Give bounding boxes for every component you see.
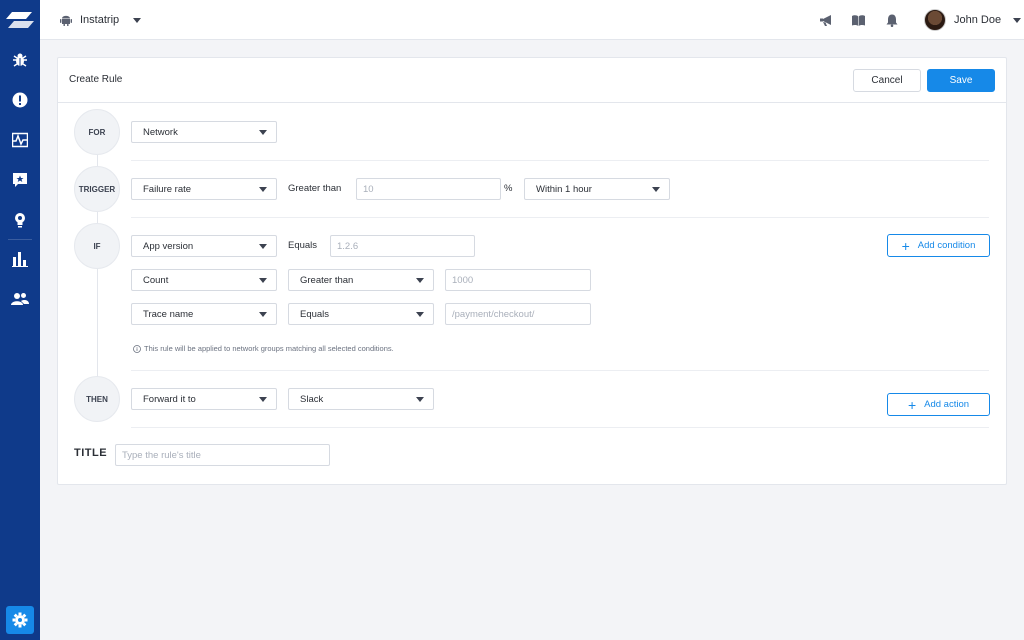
sidebar-divider	[8, 239, 32, 240]
conditions-note-text: This rule will be applied to network gro…	[144, 344, 394, 353]
bell-icon[interactable]	[884, 12, 900, 28]
add-condition-button[interactable]: + Add condition	[887, 234, 990, 257]
user-menu[interactable]: John Doe	[924, 8, 1022, 32]
users-icon[interactable]	[10, 289, 30, 309]
step-for: FOR	[74, 109, 120, 155]
condition-field-select[interactable]: App version	[131, 235, 277, 257]
trigger-unit-label: %	[504, 183, 513, 194]
save-button[interactable]: Save	[927, 69, 995, 92]
action-select[interactable]: Forward it to	[131, 388, 277, 410]
plus-icon: +	[907, 396, 917, 413]
condition-operator-label: Equals	[288, 240, 318, 251]
chevron-down-icon	[259, 397, 267, 402]
add-action-button[interactable]: + Add action	[887, 393, 990, 416]
chevron-down-icon	[259, 244, 267, 249]
chevron-down-icon	[1013, 17, 1022, 23]
trigger-window-value: Within 1 hour	[536, 183, 592, 195]
user-name: John Doe	[954, 14, 1002, 26]
condition-operator-select[interactable]: Equals	[288, 303, 434, 325]
settings-button[interactable]	[6, 606, 34, 634]
chevron-down-icon	[259, 187, 267, 192]
chevron-down-icon	[416, 397, 424, 402]
page-title: Create Rule	[69, 74, 123, 85]
trigger-metric-select[interactable]: Failure rate	[131, 178, 277, 200]
condition-value-input[interactable]	[445, 269, 591, 291]
step-trigger: TRIGGER	[74, 166, 120, 212]
for-target-select[interactable]: Network	[131, 121, 277, 143]
book-icon[interactable]	[850, 12, 866, 28]
destination-select[interactable]: Slack	[288, 388, 434, 410]
step-if: IF	[74, 223, 120, 269]
feedback-icon[interactable]	[10, 170, 30, 190]
card-header: Create Rule Cancel Save	[58, 58, 1006, 103]
cancel-button[interactable]: Cancel	[853, 69, 921, 92]
sidebar	[0, 0, 40, 640]
chevron-down-icon	[133, 17, 142, 23]
alert-icon[interactable]	[10, 90, 30, 110]
trigger-window-select[interactable]: Within 1 hour	[524, 178, 670, 200]
android-icon	[60, 15, 72, 26]
condition-operator-value: Equals	[300, 308, 330, 320]
logo[interactable]	[6, 9, 34, 31]
row-divider	[131, 160, 989, 161]
for-target-value: Network	[143, 126, 178, 138]
condition-field-value: Count	[143, 274, 169, 286]
title-label: TITLE	[74, 447, 108, 459]
condition-operator-value: Greater than	[300, 274, 354, 286]
condition-field-select[interactable]: Trace name	[131, 303, 277, 325]
step-then: THEN	[74, 376, 120, 422]
condition-field-select[interactable]: Count	[131, 269, 277, 291]
create-rule-card: Create Rule Cancel Save FOR Network TRIG…	[57, 57, 1007, 485]
chevron-down-icon	[416, 312, 424, 317]
row-divider	[131, 370, 989, 371]
chevron-down-icon	[416, 278, 424, 283]
activity-icon[interactable]	[10, 130, 30, 150]
chevron-down-icon	[259, 278, 267, 283]
chevron-down-icon	[259, 312, 267, 317]
plus-icon: +	[901, 237, 910, 254]
action-value: Forward it to	[143, 393, 196, 405]
condition-value-input[interactable]	[445, 303, 591, 325]
rule-title-input[interactable]	[115, 444, 330, 466]
lightbulb-icon[interactable]	[10, 210, 30, 230]
destination-value: Slack	[300, 393, 324, 405]
chevron-down-icon	[652, 187, 660, 192]
add-condition-label: Add condition	[917, 240, 976, 251]
condition-value-input[interactable]	[330, 235, 475, 257]
top-bar: Instatrip John Doe	[40, 0, 1024, 40]
bar-chart-icon[interactable]	[10, 249, 30, 269]
add-action-label: Add action	[924, 399, 970, 410]
megaphone-icon[interactable]	[818, 12, 834, 28]
trigger-value-input[interactable]	[356, 178, 501, 200]
chevron-down-icon	[259, 130, 267, 135]
app-switcher[interactable]: Instatrip	[60, 0, 142, 40]
avatar	[924, 9, 946, 31]
row-divider	[131, 217, 989, 218]
bug-icon[interactable]	[10, 50, 30, 70]
trigger-metric-value: Failure rate	[143, 183, 192, 195]
conditions-note: This rule will be applied to network gro…	[133, 344, 394, 353]
info-icon	[133, 344, 141, 353]
row-divider	[131, 427, 989, 428]
condition-field-value: App version	[143, 240, 194, 252]
trigger-operator-label: Greater than	[288, 183, 342, 194]
condition-operator-select[interactable]: Greater than	[288, 269, 434, 291]
condition-field-value: Trace name	[143, 308, 194, 320]
app-name: Instatrip	[80, 14, 120, 26]
gear-icon	[12, 612, 28, 628]
